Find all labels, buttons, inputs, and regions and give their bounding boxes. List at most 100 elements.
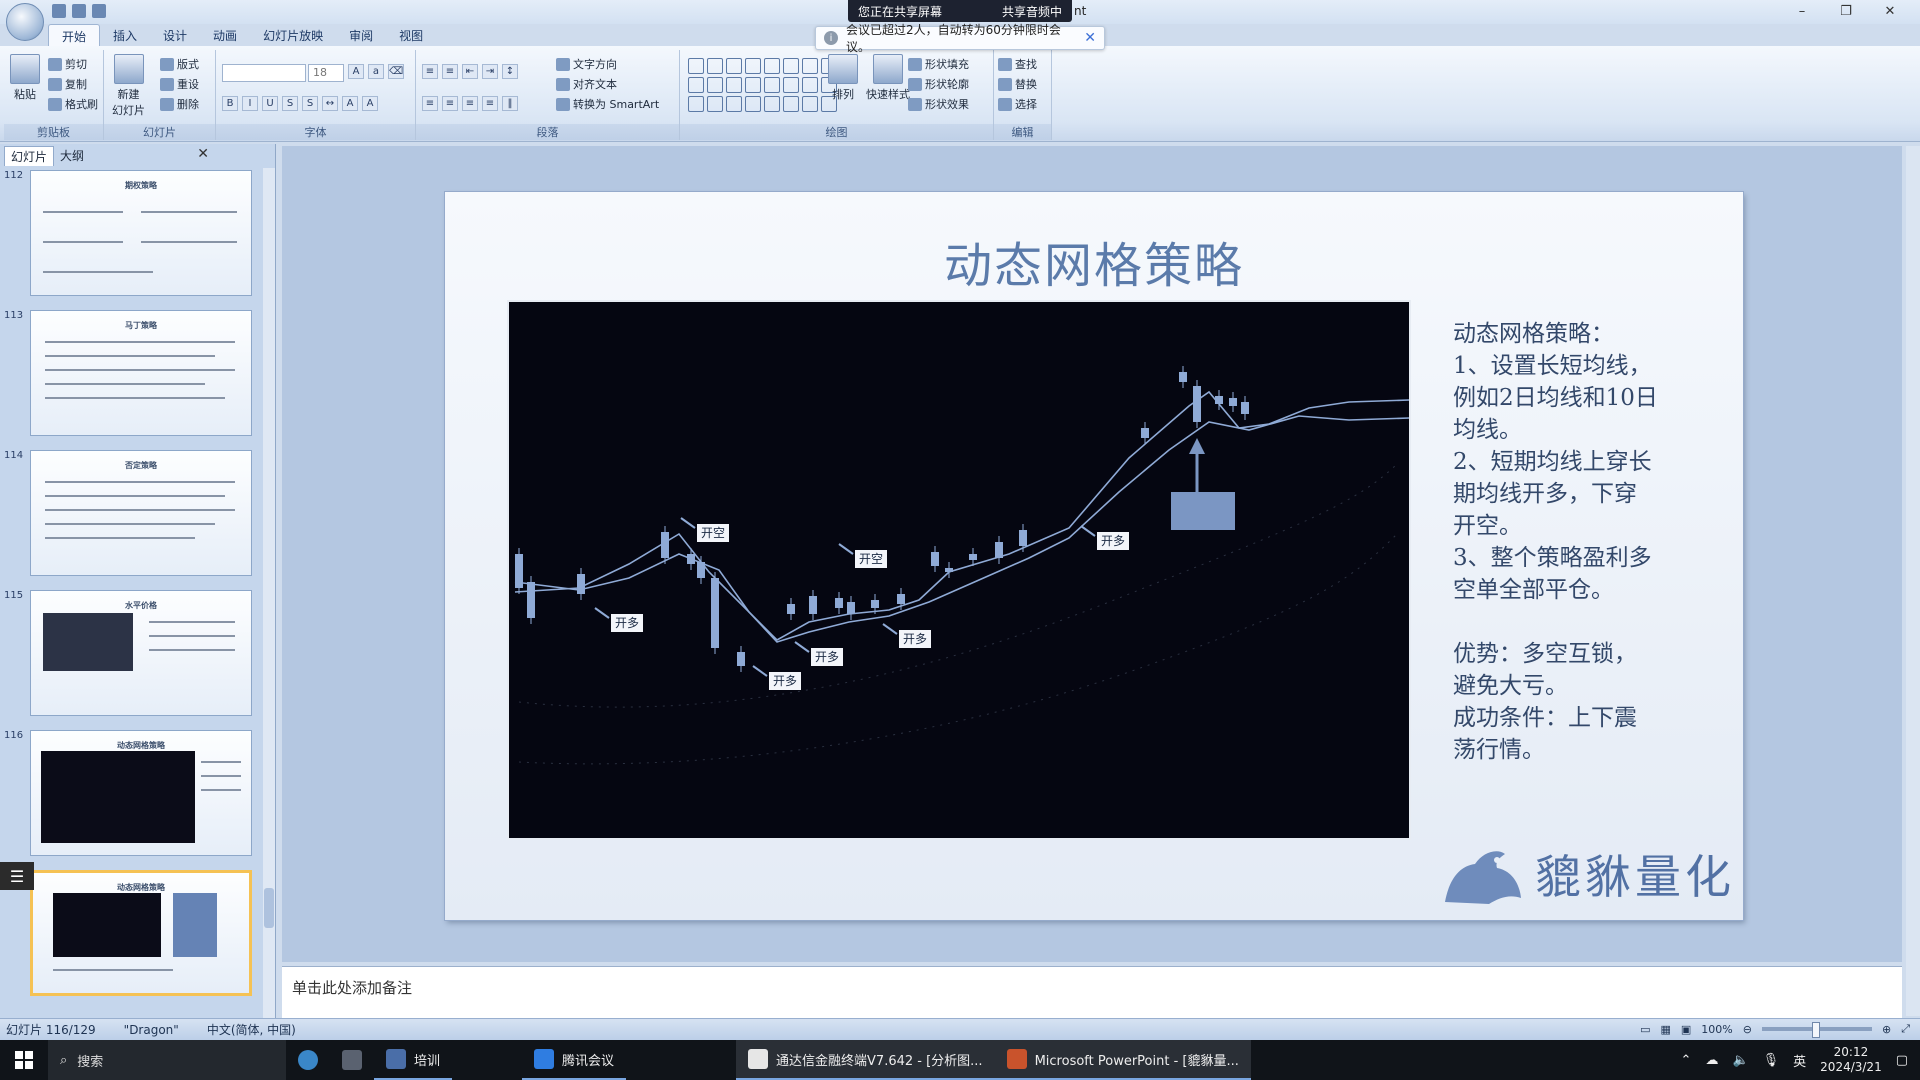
start-button[interactable] bbox=[0, 1040, 48, 1080]
candlestick-chart[interactable]: 开空 开多 开多 开多 开空 开多 开多 bbox=[507, 300, 1411, 840]
tab-outline[interactable]: 大纲 bbox=[54, 146, 90, 166]
bold-button[interactable]: B bbox=[222, 96, 238, 111]
shapes-gallery[interactable] bbox=[688, 58, 837, 112]
align-text-button[interactable]: 对齐文本 bbox=[556, 76, 617, 92]
paste-button[interactable]: 粘贴 bbox=[10, 54, 40, 102]
undo-icon[interactable] bbox=[72, 4, 86, 18]
network-icon[interactable]: ☁ bbox=[1705, 1053, 1718, 1068]
taskbar-app-trading[interactable]: 通达信金融终端V7.642 - [分析图... bbox=[736, 1040, 995, 1080]
normal-view-icon[interactable]: ▭ bbox=[1640, 1023, 1650, 1036]
change-case-button[interactable]: A bbox=[342, 96, 358, 111]
new-slide-button[interactable]: 新建 幻灯片 bbox=[112, 54, 145, 118]
format-painter-button[interactable]: 格式刷 bbox=[48, 96, 98, 112]
underline-button[interactable]: U bbox=[262, 96, 278, 111]
slide-thumbnail-selected[interactable]: 动态网格策略 bbox=[30, 870, 252, 996]
share-audio-status[interactable]: 共享音频中 bbox=[1002, 3, 1062, 20]
tab-review[interactable]: 审阅 bbox=[336, 24, 386, 46]
notes-pane[interactable]: 单击此处添加备注 bbox=[282, 966, 1902, 1018]
slideshow-view-icon[interactable]: ▣ bbox=[1681, 1023, 1691, 1036]
font-color-button[interactable]: A bbox=[362, 96, 378, 111]
chevron-up-icon[interactable]: ⌃ bbox=[1681, 1053, 1692, 1068]
taskbar-search[interactable]: ⌕ 搜索 bbox=[48, 1040, 286, 1080]
slide-title[interactable]: 动态网格策略 bbox=[445, 226, 1743, 296]
panel-close-icon[interactable]: ✕ bbox=[197, 146, 209, 162]
tab-design[interactable]: 设计 bbox=[150, 24, 200, 46]
taskbar-app-training[interactable]: 培训 bbox=[374, 1040, 453, 1080]
fit-window-icon[interactable]: ⤢ bbox=[1901, 1022, 1910, 1036]
columns-button[interactable]: ‖ bbox=[502, 96, 518, 111]
tab-slideshow[interactable]: 幻灯片放映 bbox=[250, 24, 336, 46]
taskbar-edge[interactable] bbox=[286, 1040, 330, 1080]
grow-font-button[interactable]: A bbox=[348, 64, 364, 79]
zoom-out-icon[interactable]: ⊖ bbox=[1743, 1023, 1752, 1036]
current-slide[interactable]: 动态网格策略 开空 开多 开多 开多 开空 开多 开多 动态网格策略： 1、设置长短均线， … bbox=[445, 192, 1743, 920]
smartart-button[interactable]: 转换为 SmartArt bbox=[556, 96, 659, 112]
shrink-font-button[interactable]: a bbox=[368, 64, 384, 79]
numbering-button[interactable]: ≡ bbox=[442, 64, 458, 79]
close-button[interactable]: ✕ bbox=[1868, 0, 1912, 22]
taskbar-app-powerpoint[interactable]: Microsoft PowerPoint - [貔貅量... bbox=[994, 1040, 1251, 1080]
line-spacing-button[interactable]: ↕ bbox=[502, 64, 518, 79]
quick-styles-button[interactable]: 快速样式 bbox=[866, 54, 910, 102]
slide-thumbnail[interactable]: 动态网格策略 bbox=[30, 730, 252, 856]
align-left-button[interactable]: ≡ bbox=[422, 96, 438, 111]
shadow-button[interactable]: S bbox=[302, 96, 318, 111]
bullets-button[interactable]: ≡ bbox=[422, 64, 438, 79]
text-direction-button[interactable]: 文字方向 bbox=[556, 56, 617, 72]
replace-button[interactable]: 替换 bbox=[998, 76, 1037, 92]
tab-animations[interactable]: 动画 bbox=[200, 24, 250, 46]
align-right-button[interactable]: ≡ bbox=[462, 96, 478, 111]
redo-icon[interactable] bbox=[92, 4, 106, 18]
taskbar-app-meeting[interactable]: 腾讯会议 bbox=[522, 1040, 627, 1080]
maximize-button[interactable]: ❐ bbox=[1824, 0, 1868, 22]
slide-thumbnail[interactable]: 否定策略 bbox=[30, 450, 252, 576]
decrease-indent-button[interactable]: ⇤ bbox=[462, 64, 478, 79]
menu-icon[interactable]: ☰ bbox=[0, 862, 34, 890]
strikethrough-button[interactable]: S bbox=[282, 96, 298, 111]
microphone-icon[interactable]: 🎙 bbox=[1763, 1053, 1780, 1068]
tab-home[interactable]: 开始 bbox=[48, 24, 101, 46]
zoom-slider[interactable] bbox=[1761, 1022, 1872, 1038]
notifications-icon[interactable]: ▢ bbox=[1896, 1053, 1908, 1068]
clock[interactable]: 20:12 2024/3/21 bbox=[1820, 1045, 1882, 1075]
increase-indent-button[interactable]: ⇥ bbox=[482, 64, 498, 79]
volume-icon[interactable]: 🔈 bbox=[1732, 1053, 1748, 1068]
find-button[interactable]: 查找 bbox=[998, 56, 1037, 72]
panel-scrollbar[interactable] bbox=[263, 168, 275, 1018]
slide-thumbnail[interactable]: 水平价格 bbox=[30, 590, 252, 716]
font-size-select[interactable]: 18 bbox=[308, 64, 344, 82]
reset-button[interactable]: 重设 bbox=[160, 76, 199, 92]
shape-fill-button[interactable]: 形状填充 bbox=[908, 56, 969, 72]
office-button[interactable] bbox=[6, 3, 44, 41]
language-indicator[interactable]: 中文(简体, 中国) bbox=[207, 1021, 296, 1038]
tab-insert[interactable]: 插入 bbox=[100, 24, 150, 46]
delete-slide-button[interactable]: 删除 bbox=[160, 96, 199, 112]
editor-scrollbar[interactable] bbox=[1906, 146, 1920, 1016]
sorter-view-icon[interactable]: ▦ bbox=[1660, 1023, 1670, 1036]
font-family-select[interactable] bbox=[222, 64, 306, 82]
shape-effects-button[interactable]: 形状效果 bbox=[908, 96, 969, 112]
italic-button[interactable]: I bbox=[242, 96, 258, 111]
cut-button[interactable]: 剪切 bbox=[48, 56, 87, 72]
copy-button[interactable]: 复制 bbox=[48, 76, 87, 92]
slide-body-text[interactable]: 动态网格策略： 1、设置长短均线， 例如2日均线和10日 均线。 2、短期均线上… bbox=[1453, 318, 1719, 766]
taskbar-calculator[interactable] bbox=[330, 1040, 374, 1080]
select-button[interactable]: 选择 bbox=[998, 96, 1037, 112]
minimize-button[interactable]: – bbox=[1780, 0, 1824, 22]
slide-thumbnail[interactable]: 期权策略 bbox=[30, 170, 252, 296]
zoom-in-icon[interactable]: ⊕ bbox=[1882, 1023, 1891, 1036]
justify-button[interactable]: ≡ bbox=[482, 96, 498, 111]
arrange-button[interactable]: 排列 bbox=[828, 54, 858, 102]
close-icon[interactable]: ✕ bbox=[1084, 30, 1096, 46]
slide-thumbnail[interactable]: 马丁策略 bbox=[30, 310, 252, 436]
ime-indicator[interactable]: 英 bbox=[1793, 1051, 1806, 1070]
layout-button[interactable]: 版式 bbox=[160, 56, 199, 72]
tab-view[interactable]: 视图 bbox=[386, 24, 436, 46]
save-icon[interactable] bbox=[52, 4, 66, 18]
align-center-button[interactable]: ≡ bbox=[442, 96, 458, 111]
clear-format-button[interactable]: ⌫ bbox=[388, 64, 404, 79]
tab-slides[interactable]: 幻灯片 bbox=[4, 146, 55, 166]
spacing-button[interactable]: ↔ bbox=[322, 96, 338, 111]
zoom-level[interactable]: 100% bbox=[1701, 1023, 1732, 1036]
shape-outline-button[interactable]: 形状轮廓 bbox=[908, 76, 969, 92]
